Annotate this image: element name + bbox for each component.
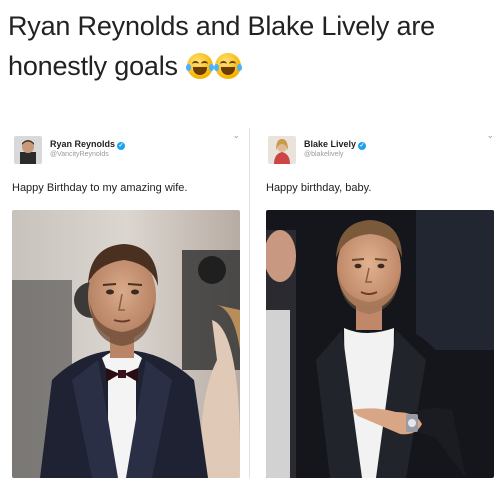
chevron-down-icon[interactable]: ⌄ bbox=[486, 130, 494, 141]
avatar[interactable] bbox=[268, 136, 296, 164]
tweet-author-name[interactable]: Ryan Reynolds ✓ bbox=[50, 139, 126, 150]
avatar[interactable] bbox=[14, 136, 42, 164]
verified-badge-icon: ✓ bbox=[117, 142, 126, 150]
tweet-blake-lively[interactable]: Blake Lively ✓ @blakelively Happy birthda… bbox=[262, 126, 498, 482]
panel-divider bbox=[249, 128, 250, 478]
tweet-photo[interactable] bbox=[12, 210, 240, 478]
tweet-text: Happy birthday, baby. bbox=[266, 182, 372, 194]
tweet-photo[interactable] bbox=[266, 210, 494, 478]
tweet-ryan-reynolds[interactable]: Ryan Reynolds ✓ @VancityReynolds Happy Bi… bbox=[8, 126, 244, 482]
tweet-author-handle[interactable]: @VancityReynolds bbox=[50, 151, 109, 158]
chevron-down-icon[interactable]: ⌄ bbox=[232, 130, 240, 141]
tweet-author-handle[interactable]: @blakelively bbox=[304, 151, 343, 158]
tweet-text: Happy Birthday to my amazing wife. bbox=[12, 182, 188, 194]
tweet-header: Ryan Reynolds ✓ @VancityReynolds bbox=[14, 136, 234, 168]
tweet-header: Blake Lively ✓ @blakelively bbox=[268, 136, 488, 168]
face-with-tears-of-joy-icon bbox=[186, 53, 215, 79]
verified-badge-icon: ✓ bbox=[358, 142, 367, 150]
meme-caption: Ryan Reynolds and Blake Lively are hones… bbox=[8, 6, 494, 86]
tweet-author-name[interactable]: Blake Lively ✓ bbox=[304, 139, 367, 150]
face-with-tears-of-joy-icon bbox=[214, 53, 243, 79]
